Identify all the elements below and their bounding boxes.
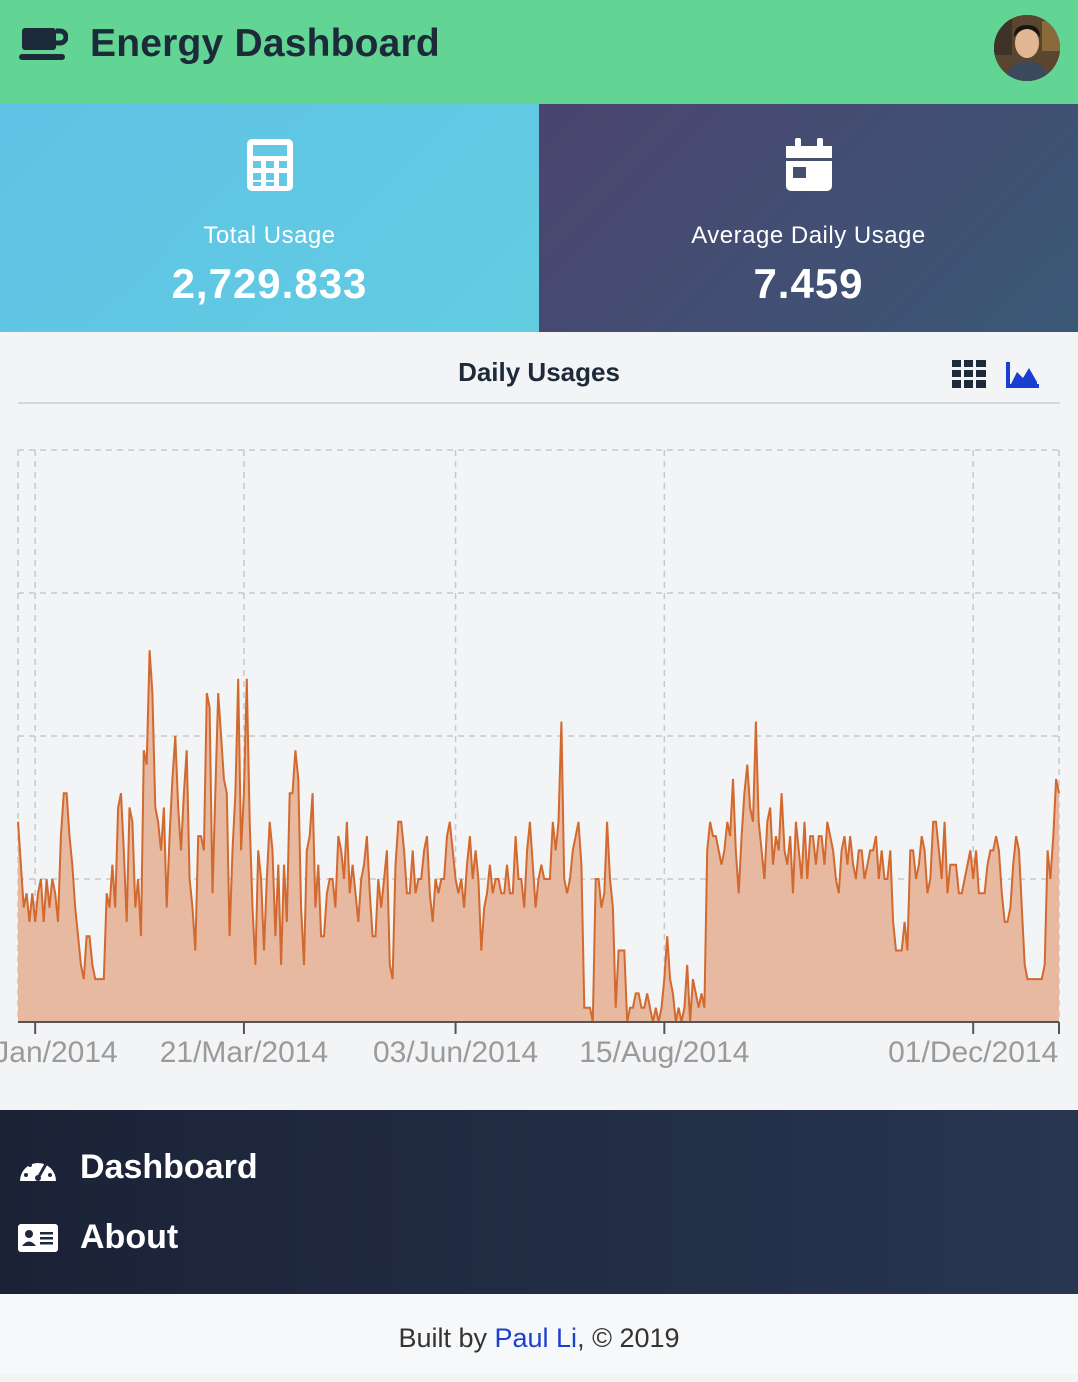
user-avatar[interactable] <box>994 15 1060 81</box>
nav-item-about[interactable]: About <box>18 1218 178 1257</box>
coffee-cup-icon[interactable] <box>18 26 68 64</box>
nav-label-about: About <box>80 1218 179 1256</box>
footer-prefix: Built by <box>398 1323 495 1353</box>
usage-area <box>18 650 1059 1022</box>
id-card-icon <box>18 1223 58 1252</box>
total-usage-label: Total Usage <box>203 222 336 249</box>
total-usage-card: Total Usage 2,729.833 <box>0 104 539 332</box>
x-tick-label: 01/Dec/2014 <box>888 1036 1058 1069</box>
total-usage-value: 2,729.833 <box>171 260 368 307</box>
tachometer-icon <box>20 1158 56 1181</box>
calendar-icon <box>785 138 832 191</box>
footer-suffix: , © 2019 <box>577 1323 680 1353</box>
daily-usages-panel: Daily Usages 07/Jan/201421/Mar/201403/Ju… <box>0 332 1078 1110</box>
average-usage-label: Average Daily Usage <box>691 222 926 249</box>
app-title[interactable]: Energy Dashboard <box>90 22 440 66</box>
x-tick-label: 15/Aug/2014 <box>579 1036 749 1069</box>
daily-usage-chart: 07/Jan/2014 21/Mar/2014 03/Jun/2014 15/Aug/… <box>0 449 1060 1069</box>
author-link[interactable]: Paul Li <box>495 1323 578 1353</box>
x-tick-label: 03/Jun/2014 <box>373 1036 538 1069</box>
x-tick-label: 07/Jan/2014 <box>0 1036 118 1069</box>
average-usage-value: 7.459 <box>753 260 864 307</box>
sidebar-nav: Dashboard About <box>0 1110 1078 1294</box>
nav-item-dashboard[interactable]: Dashboard <box>18 1148 258 1187</box>
app-header: Energy Dashboard <box>0 0 1078 104</box>
footer: Built by Paul Li, © 2019 <box>0 1294 1078 1374</box>
calculator-icon <box>246 139 293 191</box>
nav-label-dashboard: Dashboard <box>80 1148 258 1186</box>
average-usage-card: Average Daily Usage 7.459 <box>539 104 1078 332</box>
x-tick-label: 21/Mar/2014 <box>160 1036 328 1069</box>
